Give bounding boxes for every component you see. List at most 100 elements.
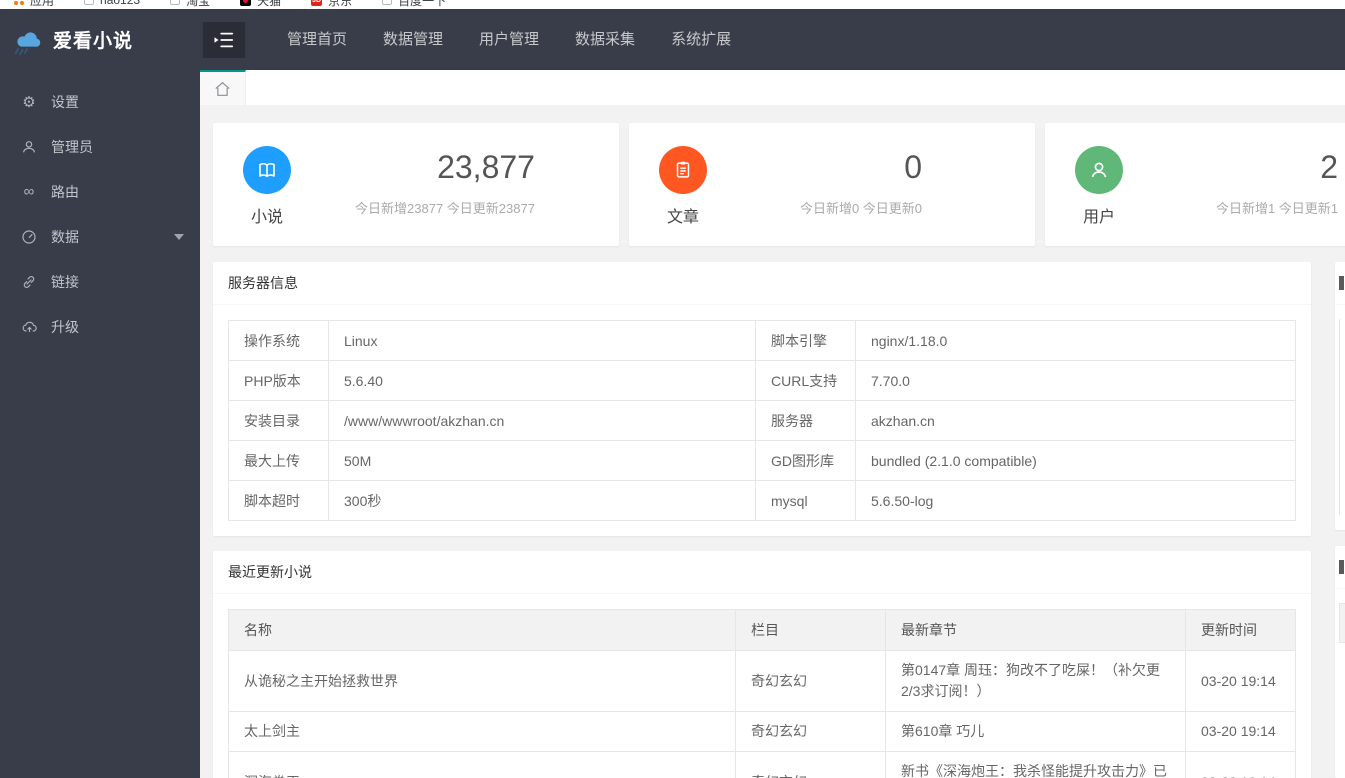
table-cell: 5.6.40	[328, 360, 756, 401]
stat-card-value: 2	[1320, 148, 1339, 185]
novel-time-cell: 03-20 19:14	[1185, 650, 1296, 712]
table-row: 安装目录 /www/wwwroot/akzhan.cn 服务器 akzhan.c…	[228, 400, 1296, 441]
table-cell: akzhan.cn	[855, 400, 1296, 441]
column-header: 名称	[228, 609, 736, 651]
nav-item-user-manage[interactable]: 用户管理	[461, 9, 557, 70]
table-cell: 300秒	[328, 480, 756, 521]
sidebar-item-label: 路由	[51, 183, 79, 200]
bookmark-taobao[interactable]: 淘宝	[170, 0, 210, 9]
bookmark-label: 应用	[30, 0, 55, 8]
table-row: 从诡秘之主开始拯救世界 奇幻玄幻 第0147章 周珏：狗改不了吃屎！（补欠更2/…	[228, 650, 1296, 712]
nav-item-system-extend[interactable]: 系统扩展	[653, 9, 749, 70]
app-header: 爱看小说 管理首页 数据管理 用户管理 数据采集 系统扩展	[0, 9, 1345, 70]
sidebar-item-label: 数据	[51, 228, 79, 245]
app-logo[interactable]: 爱看小说	[0, 25, 200, 55]
novel-chapter-cell: 新书《深海炮王：我杀怪能提升攻击力》已发	[885, 751, 1186, 778]
recent-novels-table: 名称 栏目 最新章节 更新时间 从诡秘之主开始拯救世界 奇幻玄幻 第0147章 …	[228, 609, 1296, 778]
table-cell: 服务器	[755, 400, 856, 441]
stats-cards-row: 小说 23,877 今日新增23877 今日更新23877 文章 0 今日新增0…	[213, 123, 1345, 246]
article-icon	[659, 146, 707, 194]
nav-item-data-manage[interactable]: 数据管理	[365, 9, 461, 70]
table-cell: CURL支持	[755, 360, 856, 401]
panel-title: 最近更新小说	[213, 551, 1311, 594]
sidebar-item-route[interactable]: ∞ 路由	[0, 169, 200, 214]
novel-title-cell: 从诡秘之主开始拯救世界	[228, 650, 736, 712]
clipped-title-fragment	[1339, 560, 1344, 574]
panel-title: 服务器信息	[213, 262, 1311, 305]
sidebar-item-label: 设置	[51, 93, 79, 110]
sidebar-item-label: 管理员	[51, 138, 93, 155]
tmall-icon	[240, 0, 252, 6]
table-row: 最大上传 50M GD图形库 bundled (2.1.0 compatible…	[228, 440, 1296, 481]
bookmark-hao123[interactable]: hao123	[84, 0, 140, 7]
sidebar-item-upgrade[interactable]: 升级	[0, 304, 200, 349]
bookmark-label: hao123	[100, 0, 141, 7]
stat-card-subtext: 今日新增0 今日更新0	[799, 200, 923, 216]
sidebar-item-data[interactable]: 数据	[0, 214, 200, 259]
main-content: 小说 23,877 今日新增23877 今日更新23877 文章 0 今日新增0…	[200, 105, 1345, 778]
shrink-menu-icon	[213, 30, 235, 50]
chevron-down-icon[interactable]	[174, 234, 184, 240]
favicon-placeholder-icon	[382, 0, 393, 5]
sidebar: ⚙ 设置 管理员 ∞ 路由 数据 链接 升级	[0, 70, 200, 778]
table-cell: bundled (2.1.0 compatible)	[855, 440, 1296, 481]
link-icon	[20, 274, 38, 290]
sidebar-item-settings[interactable]: ⚙ 设置	[0, 79, 200, 124]
tab-bar	[200, 70, 1345, 105]
table-cell: 5.6.50-log	[855, 480, 1296, 521]
table-row: 太上剑主 奇幻玄幻 第610章 巧儿 03-20 19:14	[228, 711, 1296, 752]
table-cell: /www/wwwroot/akzhan.cn	[328, 400, 756, 441]
stat-card-label: 文章	[666, 209, 699, 226]
sidebar-collapse-button[interactable]	[203, 21, 245, 58]
user-icon	[1075, 146, 1123, 194]
tab-home[interactable]	[200, 70, 246, 105]
stat-card-value: 0	[904, 148, 923, 185]
table-cell: 最大上传	[228, 440, 329, 481]
bookmark-baidu[interactable]: 百度一下	[382, 0, 446, 9]
home-icon	[214, 81, 231, 97]
clipped-title-fragment	[1339, 276, 1344, 290]
clipped-table-border	[1339, 319, 1340, 515]
sidebar-item-label: 升级	[51, 318, 79, 335]
admin-user-icon	[20, 139, 38, 155]
nav-item-data-collect[interactable]: 数据采集	[557, 9, 653, 70]
server-info-panel: 服务器信息 操作系统 Linux 脚本引擎 nginx/1.18.0 PHP版本	[213, 262, 1311, 536]
novel-category-cell: 奇幻玄幻	[735, 751, 886, 778]
stat-card-subtext: 今日新增1 今日更新1	[1215, 200, 1339, 216]
recent-novels-panel: 最近更新小说 名称 栏目 最新章节 更新时间 从诡秘之主开始拯救世界 奇幻玄幻 …	[213, 551, 1311, 778]
stat-card-subtext: 今日新增23877 今日更新23877	[355, 200, 535, 216]
bookmark-label: 京东	[328, 0, 353, 8]
app-title: 爱看小说	[53, 31, 134, 52]
column-header: 栏目	[735, 609, 886, 651]
table-row: PHP版本 5.6.40 CURL支持 7.70.0	[228, 360, 1296, 401]
stat-card-novels: 小说 23,877 今日新增23877 今日更新23877	[213, 123, 619, 246]
sidebar-item-links[interactable]: 链接	[0, 259, 200, 304]
bookmark-jd[interactable]: JD 京东	[311, 0, 352, 9]
cloud-upload-icon	[20, 319, 38, 335]
jd-icon: JD	[311, 0, 323, 6]
column-header: 更新时间	[1185, 609, 1296, 651]
panel-title	[1335, 546, 1345, 589]
bookmark-apps[interactable]: 应用	[14, 0, 54, 9]
novel-time-cell: 03-20 19:14	[1185, 751, 1296, 778]
right-panel-clipped-bottom	[1335, 546, 1345, 778]
novel-category-cell: 奇幻玄幻	[735, 650, 886, 712]
table-row: 深海拳王 奇幻玄幻 新书《深海炮王：我杀怪能提升攻击力》已发 03-20 19:…	[228, 751, 1296, 778]
sidebar-item-admin[interactable]: 管理员	[0, 124, 200, 169]
table-cell: 安装目录	[228, 400, 329, 441]
bookmark-label: 天猫	[257, 0, 282, 8]
bookmark-tmall[interactable]: 天猫	[240, 0, 281, 9]
table-cell: 50M	[328, 440, 756, 481]
novel-time-cell: 03-20 19:14	[1185, 711, 1296, 752]
table-row: 脚本超时 300秒 mysql 5.6.50-log	[228, 480, 1296, 521]
table-cell: mysql	[755, 480, 856, 521]
stat-card-label: 用户	[1082, 209, 1115, 226]
table-row: 操作系统 Linux 脚本引擎 nginx/1.18.0	[228, 320, 1296, 361]
novel-category-cell: 奇幻玄幻	[735, 711, 886, 752]
table-header-row: 名称 栏目 最新章节 更新时间	[228, 609, 1296, 651]
stat-card-users: 用户 2 今日新增1 今日更新1	[1045, 123, 1345, 246]
table-cell: Linux	[328, 320, 756, 361]
nav-item-home[interactable]: 管理首页	[269, 9, 365, 70]
screen: 应用 hao123 淘宝 天猫 JD 京东 百度一下 爱看小说 管理首页 数据管…	[0, 0, 1345, 778]
table-cell: GD图形库	[755, 440, 856, 481]
